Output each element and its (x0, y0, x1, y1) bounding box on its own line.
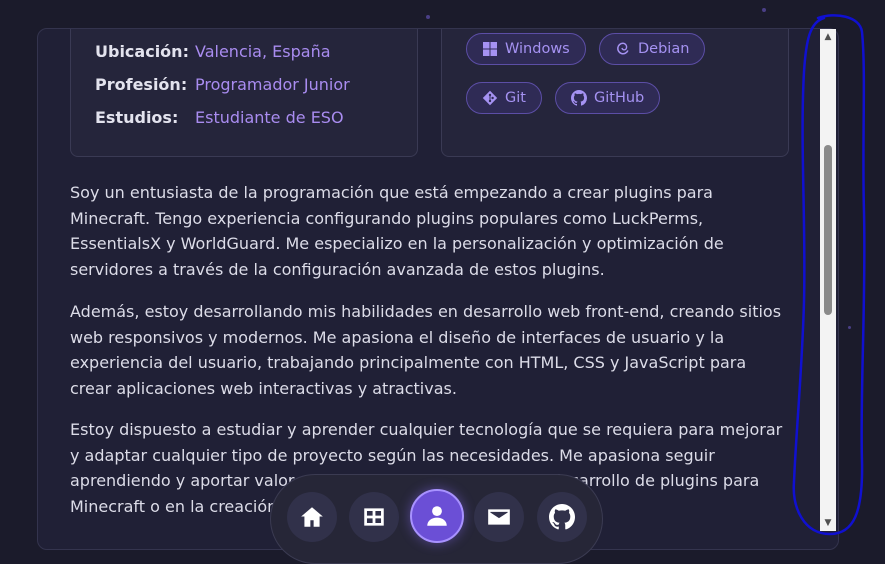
profession-value: Programador Junior (195, 75, 350, 94)
grid-icon (364, 508, 384, 526)
chip-label: Windows (505, 41, 570, 57)
windows-icon (483, 42, 497, 56)
scroll-up-arrow[interactable]: ▲ (820, 29, 836, 45)
decorative-dot (426, 15, 430, 19)
nav-about-button[interactable] (410, 489, 464, 543)
vertical-scrollbar[interactable]: ▲ ▼ (820, 29, 836, 531)
envelope-icon (488, 509, 510, 525)
nav-home-button[interactable] (287, 492, 337, 542)
github-icon (571, 90, 587, 106)
about-paragraph: Soy un entusiasta de la programación que… (70, 183, 724, 279)
about-paragraph: Además, estoy desarrollando mis habilida… (70, 302, 782, 398)
profile-info-card: Ubicación: Valencia, España Profesión: P… (70, 29, 418, 157)
debian-icon (617, 42, 629, 55)
chip-label: Debian (638, 41, 690, 57)
location-value: Valencia, España (195, 42, 331, 61)
chip-git[interactable]: Git (466, 82, 542, 114)
chip-github[interactable]: GitHub (555, 82, 661, 114)
nav-github-button[interactable] (537, 492, 587, 542)
nav-contact-button[interactable] (474, 492, 524, 542)
profession-label: Profesión: (95, 75, 188, 94)
studies-value: Estudiante de ESO (195, 108, 344, 127)
decorative-dot (762, 8, 766, 12)
chip-windows[interactable]: Windows (466, 33, 586, 65)
decorative-dot (848, 326, 851, 329)
git-icon (482, 90, 498, 106)
tech-stack-card: Windows Debian Git GitHub (441, 29, 789, 157)
chip-label: GitHub (594, 90, 645, 106)
github-icon (549, 504, 575, 530)
location-label: Ubicación: (95, 42, 189, 61)
about-section-window: Ubicación: Valencia, España Profesión: P… (37, 28, 839, 550)
home-icon (301, 507, 323, 527)
chip-label: Git (505, 90, 526, 106)
scroll-down-arrow[interactable]: ▼ (820, 515, 836, 531)
studies-label: Estudios: (95, 108, 179, 127)
bottom-nav-dock (270, 474, 603, 564)
user-icon (427, 506, 447, 526)
scrollbar-thumb[interactable] (824, 145, 832, 315)
nav-projects-button[interactable] (349, 492, 399, 542)
chip-debian[interactable]: Debian (599, 33, 706, 65)
